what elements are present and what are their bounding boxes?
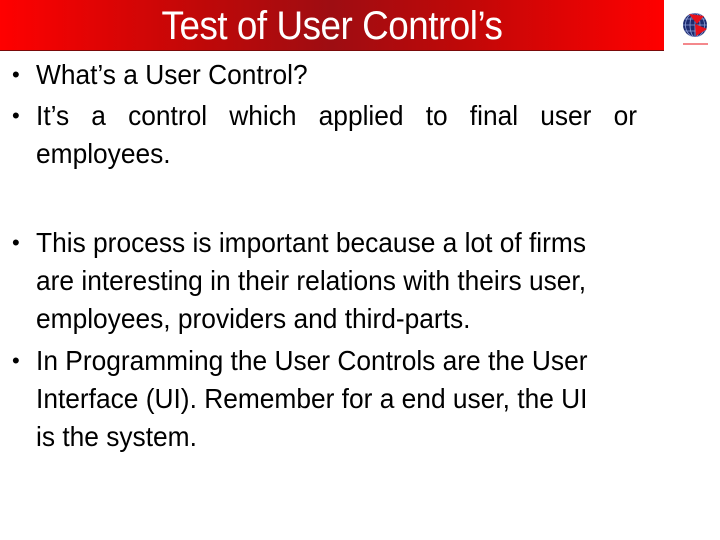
bullet-item: • This process is important because a lo… (0, 224, 720, 338)
bullet-item: • It’s a control which applied to final … (0, 97, 720, 173)
bullet-item: • What’s a User Control? (0, 56, 720, 94)
bullet-text-line: Interface (UI). Remember for a end user,… (36, 383, 588, 414)
globe-logo-icon (680, 10, 710, 48)
bullet-text-line: What’s a User Control? (36, 59, 308, 90)
bullet-list: • What’s a User Control? • It’s a contro… (0, 56, 720, 456)
bullet-text-line: In Programming the User Controls are the… (36, 345, 588, 376)
bullet-marker: • (12, 103, 20, 128)
bullet-text-line: employees. (36, 138, 171, 169)
bullet-marker: • (12, 348, 20, 373)
bullet-text-line: are interesting in their relations with … (36, 265, 587, 296)
bullet-text-line: employees, providers and third-parts. (36, 303, 471, 334)
bullet-item: • In Programming the User Controls are t… (0, 342, 720, 456)
bullet-text-line: This process is important because a lot … (36, 227, 587, 258)
bullet-marker: • (12, 230, 20, 255)
slide-title: Test of User Control’s (161, 4, 503, 48)
slide-body: • What’s a User Control? • It’s a contro… (0, 56, 720, 456)
bullet-marker: • (12, 62, 20, 87)
bullet-text-line: is the system. (36, 421, 197, 452)
bullet-text-line: It’s a control which applied to final us… (36, 100, 637, 131)
